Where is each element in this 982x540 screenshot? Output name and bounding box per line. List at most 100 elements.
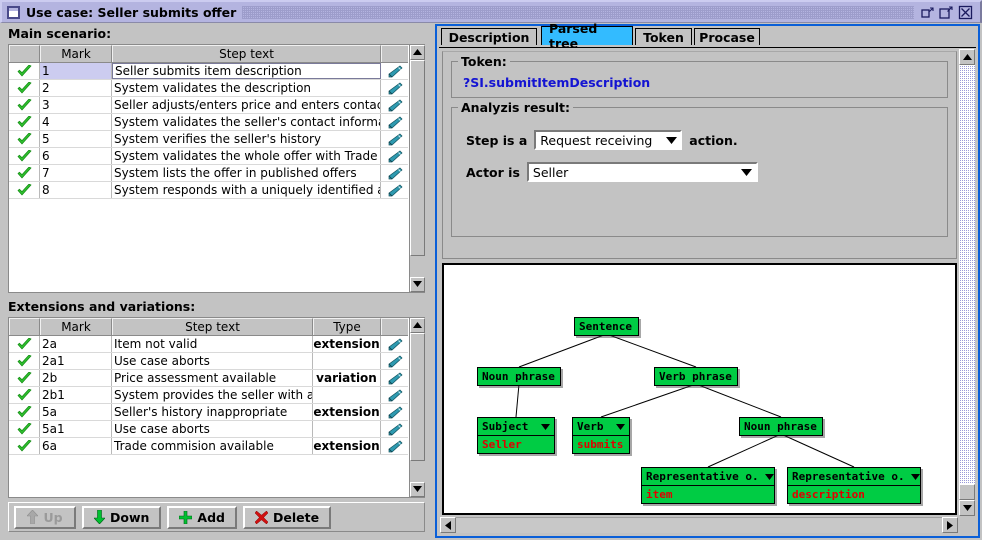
scroll-up-button[interactable] — [410, 318, 425, 333]
row-mark[interactable]: 3 — [40, 97, 112, 113]
row-type[interactable] — [313, 421, 381, 437]
row-wand-button[interactable] — [381, 97, 408, 113]
row-wand-button[interactable] — [381, 114, 408, 130]
row-check-icon[interactable] — [9, 114, 40, 130]
row-wand-button[interactable] — [381, 80, 408, 96]
chevron-down-icon[interactable] — [764, 471, 774, 482]
chevron-down-icon[interactable] — [910, 471, 920, 482]
row-step-text[interactable]: System verifies the seller's history — [112, 131, 381, 147]
table-row[interactable]: 2b Price assessment available variation — [9, 370, 408, 387]
column-header-action[interactable] — [381, 318, 408, 335]
row-mark[interactable]: 7 — [40, 165, 112, 181]
scroll-down-button[interactable] — [410, 482, 425, 497]
tree-node-representative-item[interactable]: Representative o. item — [641, 467, 775, 504]
right-horizontal-scrollbar[interactable] — [440, 517, 958, 533]
table-row[interactable]: 7 System lists the offer in published off… — [9, 165, 408, 182]
table-row[interactable]: 3 Seller adjusts/enters price and enters … — [9, 97, 408, 114]
row-mark[interactable]: 2 — [40, 80, 112, 96]
row-check-icon[interactable] — [9, 182, 40, 198]
row-wand-button[interactable] — [381, 421, 408, 437]
column-header-step[interactable]: Step text — [112, 45, 381, 62]
row-type[interactable]: extension — [313, 438, 381, 454]
tree-node-representative-description[interactable]: Representative o. description — [787, 467, 921, 504]
column-header-step[interactable]: Step text — [112, 318, 313, 335]
row-step-text[interactable]: System validates the seller's contact in… — [112, 114, 381, 130]
row-type[interactable] — [313, 387, 381, 403]
row-check-icon[interactable] — [9, 336, 40, 352]
row-mark[interactable]: 5a — [40, 404, 112, 420]
row-wand-button[interactable] — [381, 387, 408, 403]
row-wand-button[interactable] — [381, 131, 408, 147]
column-header-action[interactable] — [381, 45, 408, 62]
main-scenario-scrollbar[interactable] — [409, 45, 425, 292]
parse-tree-canvas[interactable]: Sentence Noun phrase Verb phrase Subject Sel… — [442, 263, 957, 515]
row-check-icon[interactable] — [9, 148, 40, 164]
tab-parsed-tree[interactable]: Parsed tree — [541, 21, 633, 51]
table-row[interactable]: 5 System verifies the seller's history — [9, 131, 408, 148]
row-check-icon[interactable] — [9, 131, 40, 147]
row-step-text[interactable]: Seller adjusts/enters price and enters c… — [112, 97, 381, 113]
column-header-check[interactable] — [9, 45, 40, 62]
scroll-up-button[interactable] — [410, 45, 425, 60]
row-type[interactable]: variation — [313, 370, 381, 386]
table-row[interactable]: 1 Seller submits item description — [9, 63, 408, 80]
row-wand-button[interactable] — [381, 148, 408, 164]
row-check-icon[interactable] — [9, 421, 40, 437]
scroll-down-button[interactable] — [410, 277, 425, 292]
up-button[interactable]: Up — [14, 505, 76, 529]
actor-select[interactable]: Seller — [526, 162, 758, 182]
row-mark[interactable]: 2b — [40, 370, 112, 386]
table-row[interactable]: 2a1 Use case aborts — [9, 353, 408, 370]
delete-button[interactable]: Delete — [243, 505, 332, 529]
maximize-button[interactable] — [939, 4, 954, 20]
row-check-icon[interactable] — [9, 97, 40, 113]
row-mark[interactable]: 2a1 — [40, 353, 112, 369]
scroll-down-button[interactable] — [959, 500, 975, 516]
row-step-text[interactable]: System validates the whole offer with Tr… — [112, 148, 381, 164]
row-check-icon[interactable] — [9, 80, 40, 96]
row-check-icon[interactable] — [9, 165, 40, 181]
column-header-type[interactable]: Type — [313, 318, 381, 335]
close-button[interactable] — [958, 4, 973, 20]
scroll-track[interactable] — [959, 65, 975, 484]
row-mark[interactable]: 2a — [40, 336, 112, 352]
step-type-select[interactable]: Request receiving — [534, 130, 683, 150]
row-mark[interactable]: 5 — [40, 131, 112, 147]
tree-node-verb-phrase[interactable]: Verb phrase — [654, 367, 738, 386]
row-check-icon[interactable] — [9, 63, 40, 79]
scroll-thumb[interactable] — [959, 484, 975, 500]
row-step-text[interactable]: System responds with a uniquely identifi… — [112, 182, 381, 198]
row-wand-button[interactable] — [381, 165, 408, 181]
row-mark[interactable]: 5a1 — [40, 421, 112, 437]
table-row[interactable]: 6 System validates the whole offer with T… — [9, 148, 408, 165]
row-mark[interactable]: 4 — [40, 114, 112, 130]
row-mark[interactable]: 2b1 — [40, 387, 112, 403]
scroll-thumb[interactable] — [410, 333, 425, 461]
table-row[interactable]: 8 System responds with a uniquely identif… — [9, 182, 408, 199]
row-check-icon[interactable] — [9, 404, 40, 420]
row-type[interactable]: extension — [313, 336, 381, 352]
row-step-text[interactable]: Price assessment available — [112, 370, 313, 386]
down-button[interactable]: Down — [82, 505, 162, 529]
scroll-up-button[interactable] — [959, 49, 975, 65]
column-header-mark[interactable]: Mark — [40, 318, 112, 335]
tree-node-subject[interactable]: Subject Seller — [477, 417, 555, 454]
row-step-text[interactable]: Use case aborts — [112, 421, 313, 437]
table-row[interactable]: 5a Seller's history inappropriate extensio… — [9, 404, 408, 421]
scroll-thumb[interactable] — [410, 60, 425, 256]
row-check-icon[interactable] — [9, 353, 40, 369]
row-wand-button[interactable] — [381, 336, 408, 352]
table-row[interactable]: 2 System validates the description — [9, 80, 408, 97]
extensions-scrollbar[interactable] — [409, 318, 425, 497]
row-step-text[interactable]: Trade commision available — [112, 438, 313, 454]
right-vertical-scrollbar[interactable] — [959, 49, 975, 516]
row-wand-button[interactable] — [381, 182, 408, 198]
tree-node-noun-phrase-2[interactable]: Noun phrase — [739, 417, 823, 436]
row-wand-button[interactable] — [381, 63, 408, 79]
add-button[interactable]: Add — [167, 505, 237, 529]
row-step-text[interactable]: Seller's history inappropriate — [112, 404, 313, 420]
row-step-text[interactable]: System provides the seller with a... — [112, 387, 313, 403]
row-mark[interactable]: 8 — [40, 182, 112, 198]
row-check-icon[interactable] — [9, 438, 40, 454]
row-mark[interactable]: 6 — [40, 148, 112, 164]
